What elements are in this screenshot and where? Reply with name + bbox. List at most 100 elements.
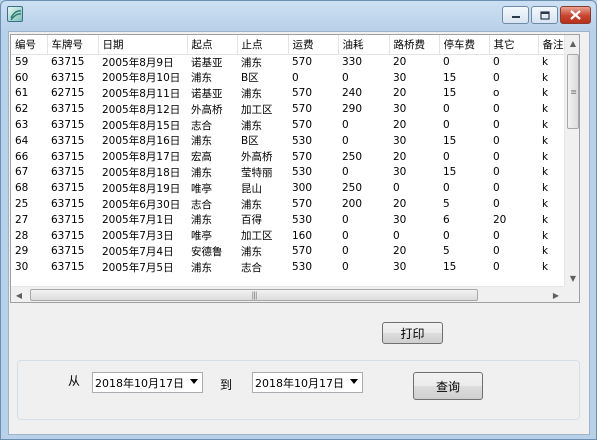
table-cell[interactable]: 浦东: [237, 54, 288, 70]
table-cell[interactable]: 加工区: [237, 228, 288, 244]
table-cell[interactable]: 0: [489, 244, 538, 260]
close-button[interactable]: [560, 6, 591, 24]
table-row[interactable]: 67 63715 2005年8月18日 浦东 莹特丽 530 0 30 15 0 k: [11, 165, 568, 181]
table-cell[interactable]: 63715: [47, 259, 98, 275]
table-cell[interactable]: 530: [288, 165, 338, 181]
table-cell[interactable]: 0: [489, 228, 538, 244]
table-cell[interactable]: 2005年8月19日: [98, 180, 187, 196]
scroll-down-icon[interactable]: ▼: [565, 270, 579, 286]
table-row[interactable]: 66 63715 2005年8月17日 宏高 外高桥 570 250 20 0 0 k: [11, 149, 568, 165]
table-cell[interactable]: 0: [489, 180, 538, 196]
table-cell[interactable]: 0: [439, 101, 489, 117]
table-cell[interactable]: 2005年8月10日: [98, 70, 187, 86]
data-grid[interactable]: 编号 车牌号 日期 起点 止点 运费 油耗 路桥费 停车费 其它 备注 59 63715 2005年8月…: [10, 34, 580, 303]
table-cell[interactable]: 0: [489, 149, 538, 165]
table-row[interactable]: 28 63715 2005年7月3日 唯亭 加工区 160 0 0 0 0 k: [11, 228, 568, 244]
table-cell[interactable]: 浦东: [237, 244, 288, 260]
table-cell[interactable]: 0: [389, 180, 439, 196]
table-cell[interactable]: 15: [439, 165, 489, 181]
table-cell[interactable]: 570: [288, 244, 338, 260]
table-row[interactable]: 25 63715 2005年6月30日 志合 浦东 570 200 20 5 0 k: [11, 196, 568, 212]
dropdown-arrow-icon[interactable]: [190, 379, 198, 384]
table-cell[interactable]: 0: [389, 228, 439, 244]
table-cell[interactable]: 15: [439, 70, 489, 86]
table-cell[interactable]: 0: [338, 165, 389, 181]
horizontal-scrollbar[interactable]: ◀ ||| ▶: [11, 286, 564, 302]
table-cell[interactable]: 唯亭: [187, 180, 237, 196]
table-cell[interactable]: 63715: [47, 117, 98, 133]
table-row[interactable]: 59 63715 2005年8月9日 诺基亚 浦东 570 330 20 0 0 k: [11, 54, 568, 70]
table-cell[interactable]: 63715: [47, 212, 98, 228]
table-row[interactable]: 29 63715 2005年7月4日 安德鲁 浦东 570 0 20 5 0 k: [11, 244, 568, 260]
table-cell[interactable]: 530: [288, 259, 338, 275]
table-row[interactable]: 68 63715 2005年8月19日 唯亭 昆山 300 250 0 0 0 k: [11, 180, 568, 196]
table-cell[interactable]: 0: [338, 244, 389, 260]
table-cell[interactable]: 30: [389, 133, 439, 149]
table-cell[interactable]: 昆山: [237, 180, 288, 196]
table-cell[interactable]: 百得: [237, 212, 288, 228]
from-date-picker[interactable]: 2018年10月17日: [92, 372, 203, 393]
table-cell[interactable]: 29: [11, 244, 47, 260]
table-cell[interactable]: 530: [288, 212, 338, 228]
table-cell[interactable]: 浦东: [187, 259, 237, 275]
table-cell[interactable]: 30: [11, 259, 47, 275]
query-button[interactable]: 查询: [413, 372, 483, 400]
table-cell[interactable]: 浦东: [237, 196, 288, 212]
table-cell[interactable]: 63715: [47, 228, 98, 244]
table-cell[interactable]: 0: [338, 259, 389, 275]
table-cell[interactable]: 浦东: [187, 70, 237, 86]
table-cell[interactable]: 63715: [47, 101, 98, 117]
table-cell[interactable]: 240: [338, 86, 389, 102]
table-cell[interactable]: 15: [439, 259, 489, 275]
table-cell[interactable]: 63715: [47, 133, 98, 149]
table-cell[interactable]: 28: [11, 228, 47, 244]
column-header[interactable]: 车牌号: [47, 35, 99, 55]
table-cell[interactable]: 64: [11, 133, 47, 149]
table-cell[interactable]: 570: [288, 196, 338, 212]
table-cell[interactable]: 0: [338, 133, 389, 149]
table-cell[interactable]: 0: [489, 54, 538, 70]
table-cell[interactable]: 20: [389, 117, 439, 133]
table-cell[interactable]: 25: [11, 196, 47, 212]
table-cell[interactable]: 0: [489, 101, 538, 117]
table-cell[interactable]: 志合: [187, 117, 237, 133]
table-cell[interactable]: 330: [338, 54, 389, 70]
to-date-picker[interactable]: 2018年10月17日: [252, 372, 363, 393]
table-cell[interactable]: 30: [389, 101, 439, 117]
table-row[interactable]: 30 63715 2005年7月5日 浦东 志合 530 0 30 15 0 k: [11, 259, 568, 275]
table-cell[interactable]: 0: [338, 70, 389, 86]
table-cell[interactable]: 2005年8月18日: [98, 165, 187, 181]
table-cell[interactable]: 250: [338, 149, 389, 165]
table-cell[interactable]: 20: [389, 244, 439, 260]
table-cell[interactable]: B区: [237, 133, 288, 149]
column-header[interactable]: 起点: [187, 35, 238, 55]
table-cell[interactable]: 30: [389, 259, 439, 275]
table-cell[interactable]: 59: [11, 54, 47, 70]
table-cell[interactable]: 2005年7月3日: [98, 228, 187, 244]
table-row[interactable]: 62 63715 2005年8月12日 外高桥 加工区 570 290 30 0 0 k: [11, 101, 568, 117]
column-header[interactable]: 止点: [237, 35, 289, 55]
table-cell[interactable]: B区: [237, 70, 288, 86]
table-cell[interactable]: o: [489, 86, 538, 102]
table-cell[interactable]: 5: [439, 196, 489, 212]
table-cell[interactable]: 68: [11, 180, 47, 196]
table-cell[interactable]: 0: [338, 117, 389, 133]
column-header[interactable]: 其它: [489, 35, 539, 55]
table-cell[interactable]: 63715: [47, 165, 98, 181]
table-row[interactable]: 64 63715 2005年8月16日 浦东 B区 530 0 30 15 0 k: [11, 133, 568, 149]
table-cell[interactable]: 570: [288, 117, 338, 133]
table-cell[interactable]: 2005年8月17日: [98, 149, 187, 165]
table-cell[interactable]: 0: [489, 259, 538, 275]
app-icon[interactable]: [7, 6, 23, 22]
table-cell[interactable]: 6: [439, 212, 489, 228]
table-cell[interactable]: 0: [439, 149, 489, 165]
table-cell[interactable]: 20: [389, 54, 439, 70]
column-header[interactable]: 油耗: [338, 35, 390, 55]
table-cell[interactable]: 30: [389, 212, 439, 228]
table-cell[interactable]: 0: [288, 70, 338, 86]
table-cell[interactable]: 530: [288, 133, 338, 149]
table-cell[interactable]: 浦东: [187, 212, 237, 228]
table-cell[interactable]: 浦东: [237, 117, 288, 133]
table-cell[interactable]: 63715: [47, 244, 98, 260]
table-cell[interactable]: 2005年8月9日: [98, 54, 187, 70]
